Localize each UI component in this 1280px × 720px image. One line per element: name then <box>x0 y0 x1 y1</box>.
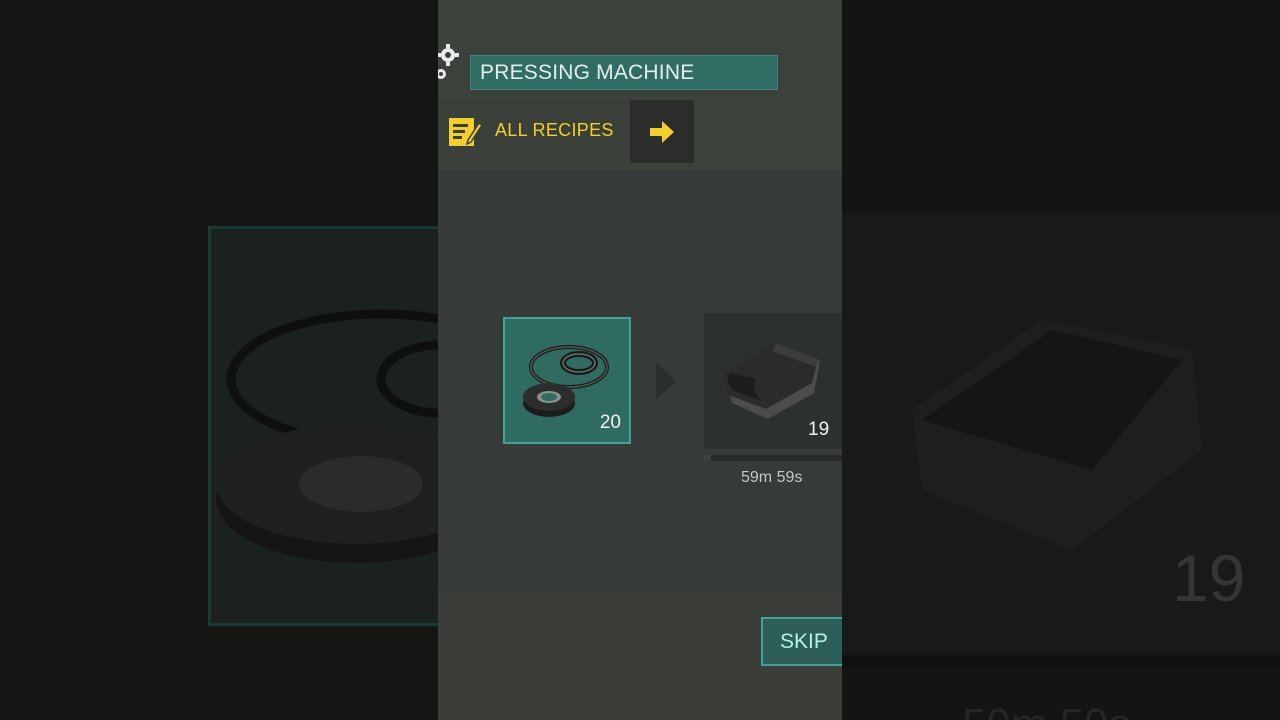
craft-timer: 59m 59s <box>741 469 803 486</box>
output-item-count: 19 <box>808 419 830 440</box>
background-ghost-slot <box>208 226 438 626</box>
arrow-right-icon <box>650 121 674 143</box>
background-seal-rings-icon <box>216 309 438 563</box>
skip-button[interactable]: SKIP <box>761 617 842 666</box>
all-recipes-arrow-button[interactable] <box>630 100 694 163</box>
background-right: 19 59m 59s <box>842 0 1280 720</box>
craft-progress-bar <box>704 455 842 461</box>
input-item-count: 20 <box>599 412 621 433</box>
background-rubber-sheet-icon <box>912 320 1202 550</box>
all-recipes-button[interactable]: ALL RECIPES <box>438 100 694 163</box>
oil-seal-rings-icon <box>523 345 609 417</box>
background-ghost-timer: 59m 59s <box>962 700 1131 720</box>
background-left <box>0 0 438 720</box>
machine-title: PRESSING MACHINE <box>470 55 778 90</box>
rubber-sheet-icon <box>724 343 820 419</box>
recipe-notepad-icon <box>449 118 482 146</box>
gear-icon <box>438 44 459 79</box>
output-item-slot[interactable]: 19 <box>704 313 842 449</box>
input-item-slot[interactable]: 20 <box>503 317 631 444</box>
crafting-screen: PRESSING MACHINE ALL RECIPES 20 19 59m 5… <box>438 0 842 720</box>
chevron-right-icon <box>656 362 676 400</box>
craft-progress-fill <box>704 455 711 461</box>
all-recipes-label: ALL RECIPES <box>495 120 614 140</box>
background-ghost-count: 19 <box>1172 541 1246 615</box>
background-ghost-bar <box>842 656 1280 666</box>
